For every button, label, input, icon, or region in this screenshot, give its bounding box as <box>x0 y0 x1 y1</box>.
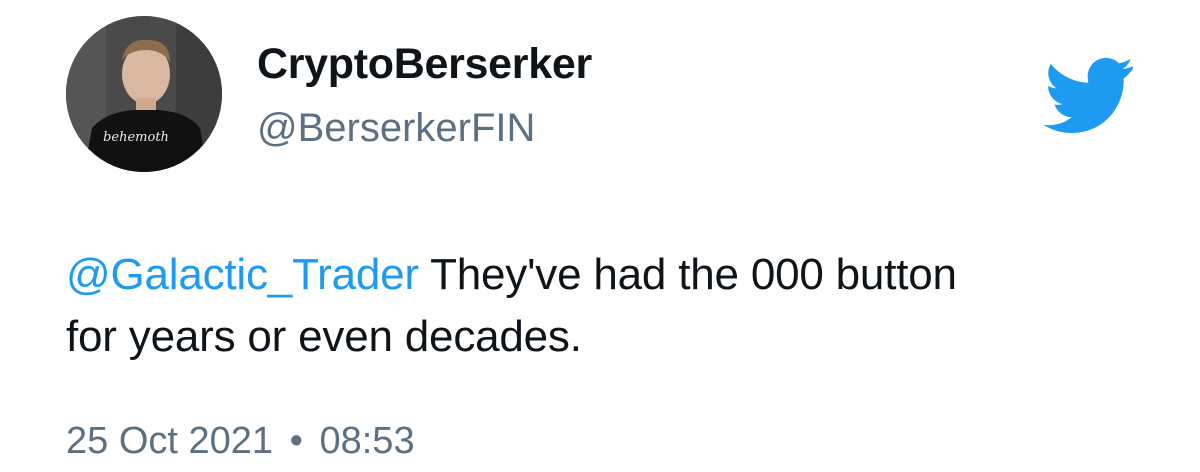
tweet-timestamp[interactable]: 25 Oct 2021 • 08:53 <box>66 420 415 463</box>
author-handle[interactable]: @BerserkerFIN <box>257 106 535 151</box>
avatar-photo: behemoth <box>66 16 222 172</box>
tweet-card: behemoth CryptoBerserker @BerserkerFIN @… <box>0 0 1200 472</box>
tweet-date: 25 Oct 2021 <box>66 420 274 462</box>
mention-link[interactable]: @Galactic_Trader <box>66 250 419 299</box>
avatar-shirt-text: behemoth <box>103 130 169 145</box>
tweet-text-line1: They've had the 000 button <box>418 250 957 299</box>
author-display-name[interactable]: CryptoBerserker <box>257 40 592 89</box>
tweet-time: 08:53 <box>319 420 415 462</box>
separator-dot: • <box>289 420 303 462</box>
avatar[interactable]: behemoth <box>66 16 222 172</box>
tweet-text-line2: for years or even decades. <box>66 312 582 361</box>
tweet-text: @Galactic_Trader They've had the 000 but… <box>66 244 1166 368</box>
twitter-bird-icon <box>1043 57 1135 134</box>
